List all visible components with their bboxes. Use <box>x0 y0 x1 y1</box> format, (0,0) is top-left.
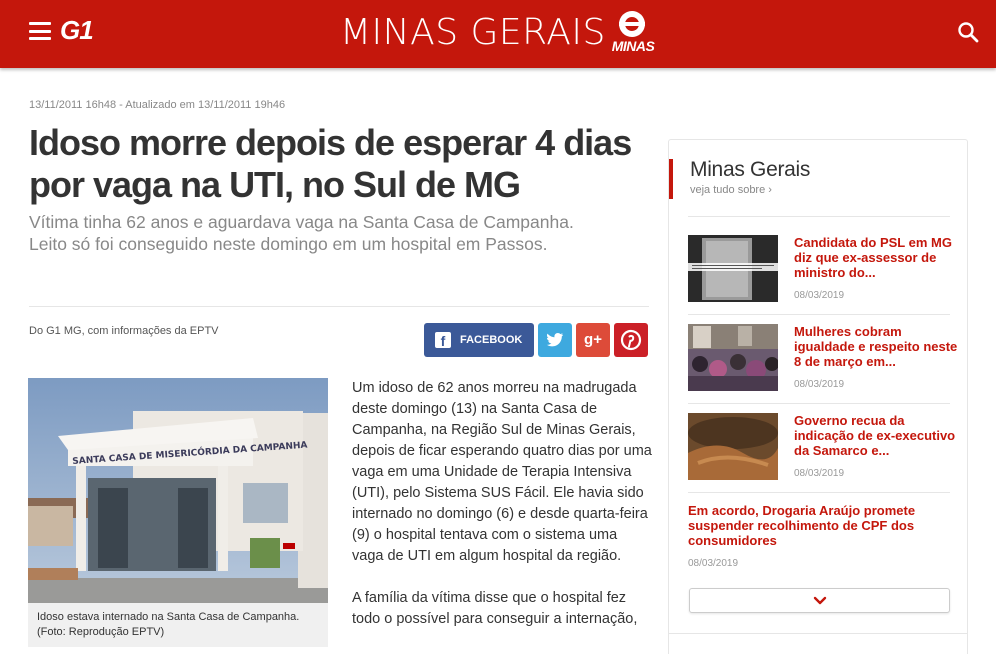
sidebar-divider <box>688 403 950 404</box>
sidebar-title[interactable]: Minas Gerais <box>690 158 810 182</box>
article-headline: Idoso morre depois de esperar 4 dias por… <box>29 122 632 205</box>
sidebar-divider <box>669 633 967 634</box>
load-more-button[interactable] <box>689 588 950 613</box>
news-date: 08/03/2019 <box>794 379 845 390</box>
hamburger-menu-icon[interactable] <box>29 22 51 40</box>
g1-logo[interactable]: G1 <box>60 15 94 46</box>
sidebar-news-item[interactable]: Candidata do PSL em MG diz que ex-assess… <box>688 235 954 305</box>
article-paragraph: Um idoso de 62 anos morreu na madrugada … <box>352 380 652 564</box>
news-thumbnail <box>688 413 778 480</box>
pinterest-icon <box>620 329 642 351</box>
photo-caption: Idoso estava internado na Santa Casa de … <box>28 603 328 647</box>
news-date: 08/03/2019 <box>794 468 845 479</box>
sidebar-news-item[interactable]: Em acordo, Drogaria Araújo promete suspe… <box>688 503 954 573</box>
twitter-icon <box>547 333 563 347</box>
chevron-down-icon <box>813 596 827 605</box>
sidebar-news-item[interactable]: Mulheres cobram igualdade e respeito nes… <box>688 324 957 394</box>
facebook-share-label: FACEBOOK <box>460 334 523 346</box>
sidebar-divider <box>688 314 950 315</box>
article-subtitle-line: Leito só foi conseguido neste domingo em… <box>29 234 548 254</box>
sidebar-divider <box>688 492 950 493</box>
article-subtitle: Vítima tinha 62 anos e aguardava vaga na… <box>29 211 639 255</box>
news-date: 08/03/2019 <box>794 290 845 301</box>
news-title[interactable]: Em acordo, Drogaria Araújo promete suspe… <box>688 503 950 548</box>
article-photo: SANTA CASA DE MISERICÓRDIA DA CAMPANHA <box>28 378 328 603</box>
article-paragraph: A família da vítima disse que o hospital… <box>352 590 638 627</box>
see-all-link[interactable]: veja tudo sobre › <box>690 184 772 196</box>
top-bar: G1 MINAS GERAIS MINAS <box>0 0 996 68</box>
region-title[interactable]: MINAS GERAIS <box>340 12 605 53</box>
related-news-sidebar: Minas Gerais veja tudo sobre › Candidata… <box>668 139 968 654</box>
twitter-share-button[interactable] <box>538 323 572 357</box>
pinterest-share-button[interactable] <box>614 323 648 357</box>
search-icon[interactable] <box>957 21 979 43</box>
facebook-share-button[interactable]: f FACEBOOK <box>424 323 534 357</box>
header-divider <box>29 306 649 307</box>
news-title[interactable]: Mulheres cobram igualdade e respeito nes… <box>794 324 958 369</box>
googleplus-share-button[interactable]: g+ <box>576 323 610 357</box>
news-thumbnail <box>688 324 778 391</box>
sidebar-accent-bar <box>669 159 673 199</box>
news-title[interactable]: Candidata do PSL em MG diz que ex-assess… <box>794 235 958 280</box>
news-date: 08/03/2019 <box>688 558 739 569</box>
article-timestamp: 13/11/2011 16h48 - Atualizado em 13/11/2… <box>29 99 286 111</box>
globo-minas-logo[interactable]: MINAS <box>606 11 660 55</box>
sidebar-news-item[interactable]: Governo recua da indicação de ex-executi… <box>688 413 955 483</box>
article-subtitle-line: Vítima tinha 62 anos e aguardava vaga na… <box>29 212 574 232</box>
facebook-icon: f <box>435 332 451 349</box>
globo-logo-word: MINAS <box>611 38 655 54</box>
article-source: Do G1 MG, com informações da EPTV <box>29 325 219 337</box>
news-thumbnail <box>688 235 778 302</box>
article-body: Um idoso de 62 anos morreu na madrugada … <box>352 378 652 651</box>
news-title[interactable]: Governo recua da indicação de ex-executi… <box>794 413 958 458</box>
googleplus-icon: g+ <box>584 331 602 348</box>
sidebar-divider <box>688 216 950 217</box>
